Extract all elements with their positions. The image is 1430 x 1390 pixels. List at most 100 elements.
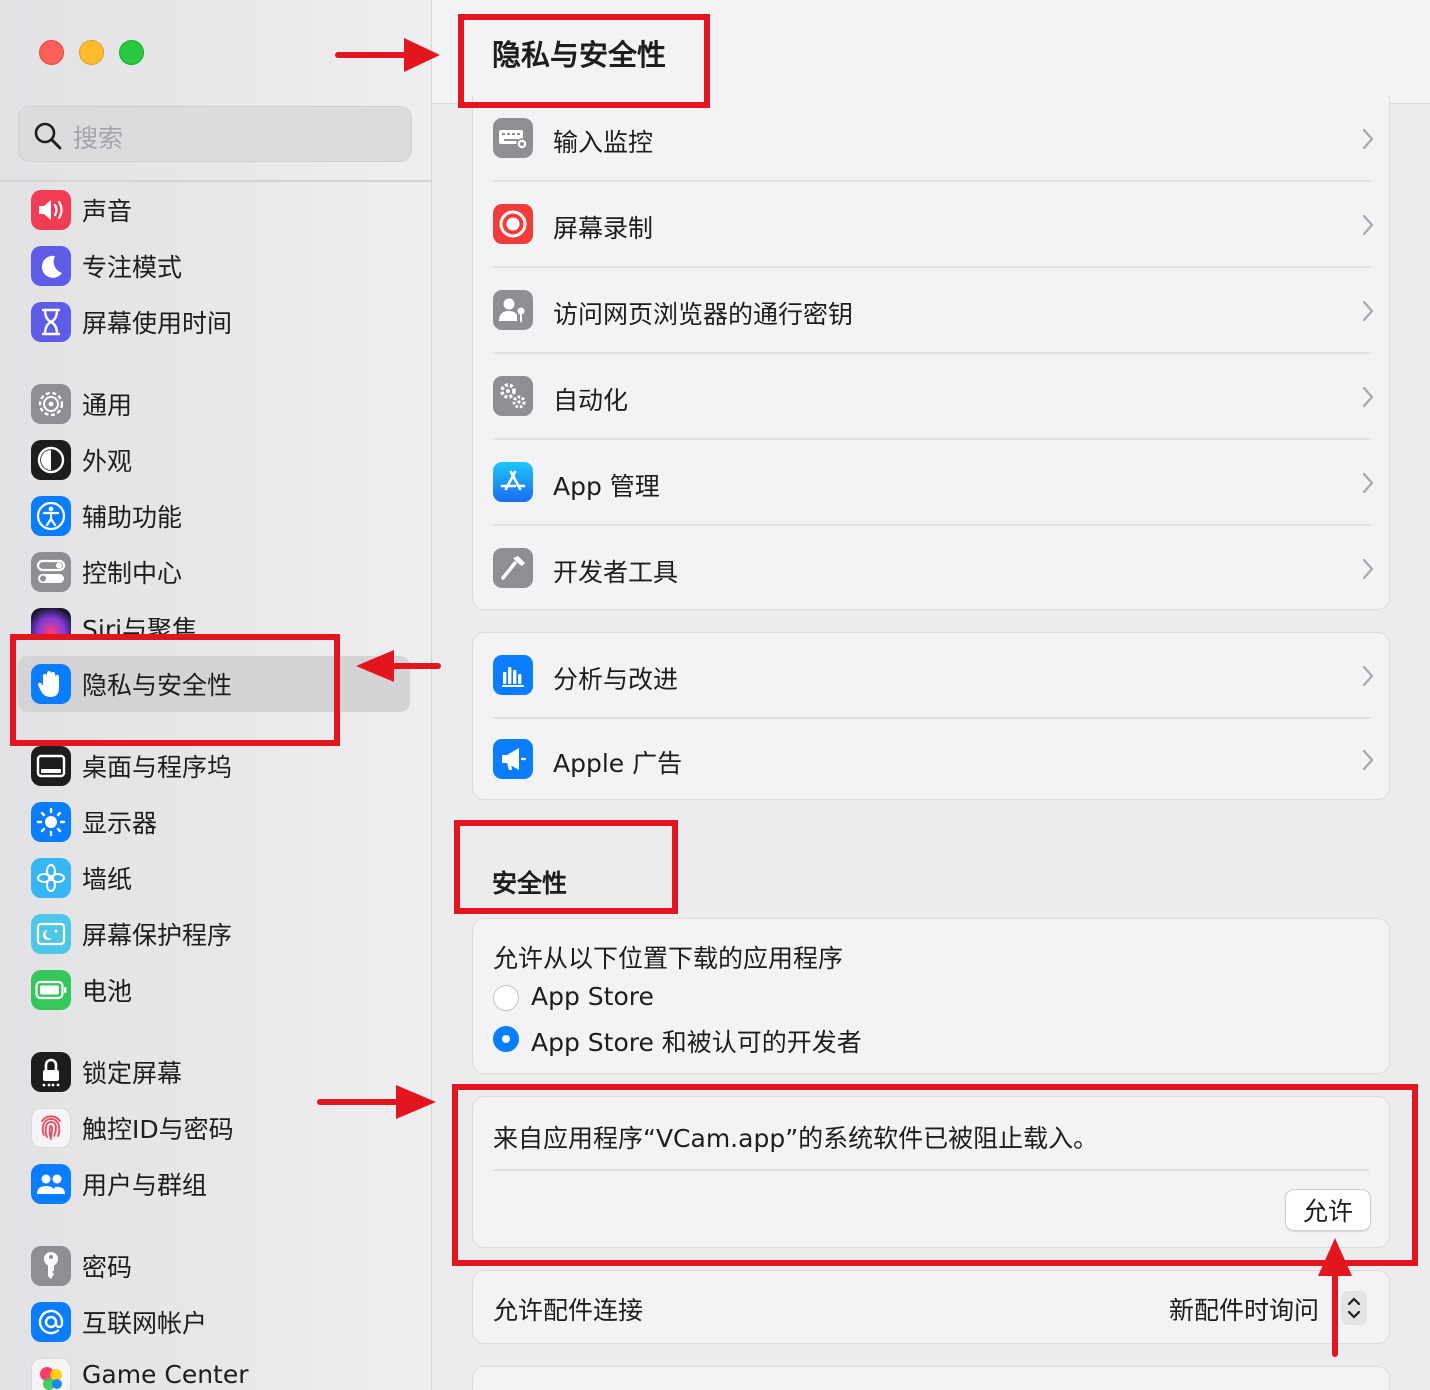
sidebar-item-label: 电池	[82, 977, 133, 1006]
sidebar-item-label: 用户与群组	[82, 1171, 208, 1200]
analytics-card: 分析与改进 Apple 广告	[472, 632, 1390, 800]
search-icon	[34, 122, 62, 150]
row-analytics-improvements[interactable]: 分析与改进	[473, 633, 1391, 719]
radio-app-store-identified[interactable]	[493, 1026, 519, 1052]
switches-icon	[31, 552, 71, 592]
zoom-window-button[interactable]	[119, 40, 144, 65]
sidebar-item-label: 触控ID与密码	[82, 1115, 234, 1144]
sidebar-item-label: 控制中心	[82, 559, 183, 588]
row-app-management[interactable]: App 管理	[473, 440, 1391, 526]
annotation-box-sidebar	[10, 634, 340, 746]
row-label: 输入监控	[553, 128, 654, 157]
close-window-button[interactable]	[39, 40, 64, 65]
chevron-right-icon	[1362, 749, 1374, 771]
sidebar-item-label: 桌面与程序坞	[82, 753, 233, 782]
sidebar-item-screen-saver[interactable]: 屏幕保护程序	[18, 906, 410, 962]
annotation-box-blocked	[452, 1084, 1418, 1266]
sidebar-item-general[interactable]: 通用	[18, 376, 410, 432]
minimize-window-button[interactable]	[79, 40, 104, 65]
sidebar-item-label: 密码	[82, 1253, 133, 1282]
at-icon	[31, 1302, 71, 1342]
search-placeholder: 搜索	[73, 124, 124, 153]
annotation-arrow-sidebar	[356, 650, 441, 682]
row-passkeys-browsers[interactable]: 访问网页浏览器的通行密钥	[473, 268, 1391, 354]
chevron-right-icon	[1362, 128, 1374, 150]
row-label: App 管理	[553, 472, 660, 501]
sidebar-item-label: 通用	[82, 391, 133, 420]
annotation-box-security	[454, 820, 678, 914]
sidebar-item-label: 外观	[82, 447, 133, 476]
megaphone-icon	[493, 739, 533, 779]
chevron-right-icon	[1362, 300, 1374, 322]
sidebar-item-wallpaper[interactable]: 墙纸	[18, 850, 410, 906]
users-icon	[31, 1164, 71, 1204]
lock-icon	[31, 1052, 71, 1092]
sidebar-item-displays[interactable]: 显示器	[18, 794, 410, 850]
sidebar-item-accessibility[interactable]: 辅助功能	[18, 488, 410, 544]
sidebar-item-desktop-dock[interactable]: 桌面与程序坞	[18, 738, 410, 794]
moon-icon	[31, 246, 71, 286]
allow-apps-label: 允许从以下位置下载的应用程序	[493, 944, 844, 973]
sidebar-item-label: Game Center	[82, 1360, 249, 1389]
screensaver-icon	[31, 914, 71, 954]
sidebar-item-sound[interactable]: 声音	[18, 182, 410, 238]
sidebar-item-label: 屏幕使用时间	[82, 309, 233, 338]
sidebar-item-label: 辅助功能	[82, 503, 183, 532]
chevron-right-icon	[1362, 665, 1374, 687]
sidebar-item-battery[interactable]: 电池	[18, 962, 410, 1018]
fingerprint-icon	[31, 1108, 71, 1148]
sidebar-item-appearance[interactable]: 外观	[18, 432, 410, 488]
annotation-box-title	[458, 14, 710, 108]
sidebar-item-game-center[interactable]: Game Center	[18, 1350, 410, 1390]
sidebar-item-label: 墙纸	[82, 865, 133, 894]
radio-app-store-identified-label: App Store 和被认可的开发者	[531, 1028, 862, 1057]
sidebar-item-screen-time[interactable]: 屏幕使用时间	[18, 294, 410, 350]
row-screen-recording[interactable]: 屏幕录制	[473, 182, 1391, 268]
sidebar-item-passwords[interactable]: 密码	[18, 1238, 410, 1294]
accessory-label: 允许配件连接	[493, 1296, 644, 1325]
row-label: 开发者工具	[553, 558, 679, 587]
allow-apps-card: 允许从以下位置下载的应用程序 App Store App Store 和被认可的…	[472, 918, 1390, 1074]
key-icon	[31, 1246, 71, 1286]
keyboard-icon	[493, 118, 533, 158]
accessibility-icon	[31, 496, 71, 536]
next-card	[472, 1366, 1390, 1390]
row-label: 屏幕录制	[553, 214, 654, 243]
row-label: 访问网页浏览器的通行密钥	[553, 300, 854, 329]
radio-app-store-label: App Store	[531, 982, 654, 1011]
hourglass-icon	[31, 302, 71, 342]
appearance-icon	[31, 440, 71, 480]
accessory-select-value[interactable]: 新配件时询问	[1169, 1291, 1319, 1327]
app-store-icon	[493, 462, 533, 502]
sidebar-item-label: 声音	[82, 197, 133, 226]
row-input-monitoring[interactable]: 输入监控	[473, 96, 1391, 182]
row-label: 自动化	[553, 386, 629, 415]
sidebar-item-control-center[interactable]: 控制中心	[18, 544, 410, 600]
chevron-right-icon	[1362, 558, 1374, 580]
battery-icon	[31, 970, 71, 1010]
chevron-right-icon	[1362, 472, 1374, 494]
privacy-list-card: 输入监控 屏幕录制 访问网页浏览器的通行密钥 自动化 App 管理 开发者工具	[472, 96, 1390, 610]
accessory-card: 允许配件连接 新配件时询问	[472, 1270, 1390, 1344]
passkey-icon	[493, 290, 533, 330]
annotation-arrow-allow	[1318, 1238, 1352, 1357]
row-developer-tools[interactable]: 开发者工具	[473, 526, 1391, 612]
row-automation[interactable]: 自动化	[473, 354, 1391, 440]
annotation-arrow-blocked	[317, 1085, 436, 1119]
search-field[interactable]: 搜索	[18, 106, 412, 162]
row-apple-advertising[interactable]: Apple 广告	[473, 717, 1391, 803]
dock-icon	[31, 746, 71, 786]
sidebar-item-label: 显示器	[82, 809, 158, 838]
sidebar-item-label: 锁定屏幕	[82, 1059, 183, 1088]
sidebar-item-users-groups[interactable]: 用户与群组	[18, 1156, 410, 1212]
annotation-arrow-title	[335, 38, 440, 72]
sidebar-item-internet-accounts[interactable]: 互联网帐户	[18, 1294, 410, 1350]
radio-app-store[interactable]	[493, 985, 519, 1011]
row-label: 分析与改进	[553, 665, 679, 694]
sidebar-item-label: 专注模式	[82, 253, 183, 282]
hammer-icon	[493, 548, 533, 588]
sidebar-item-focus[interactable]: 专注模式	[18, 238, 410, 294]
chart-icon	[493, 655, 533, 695]
sun-icon	[31, 802, 71, 842]
flower-icon	[31, 858, 71, 898]
